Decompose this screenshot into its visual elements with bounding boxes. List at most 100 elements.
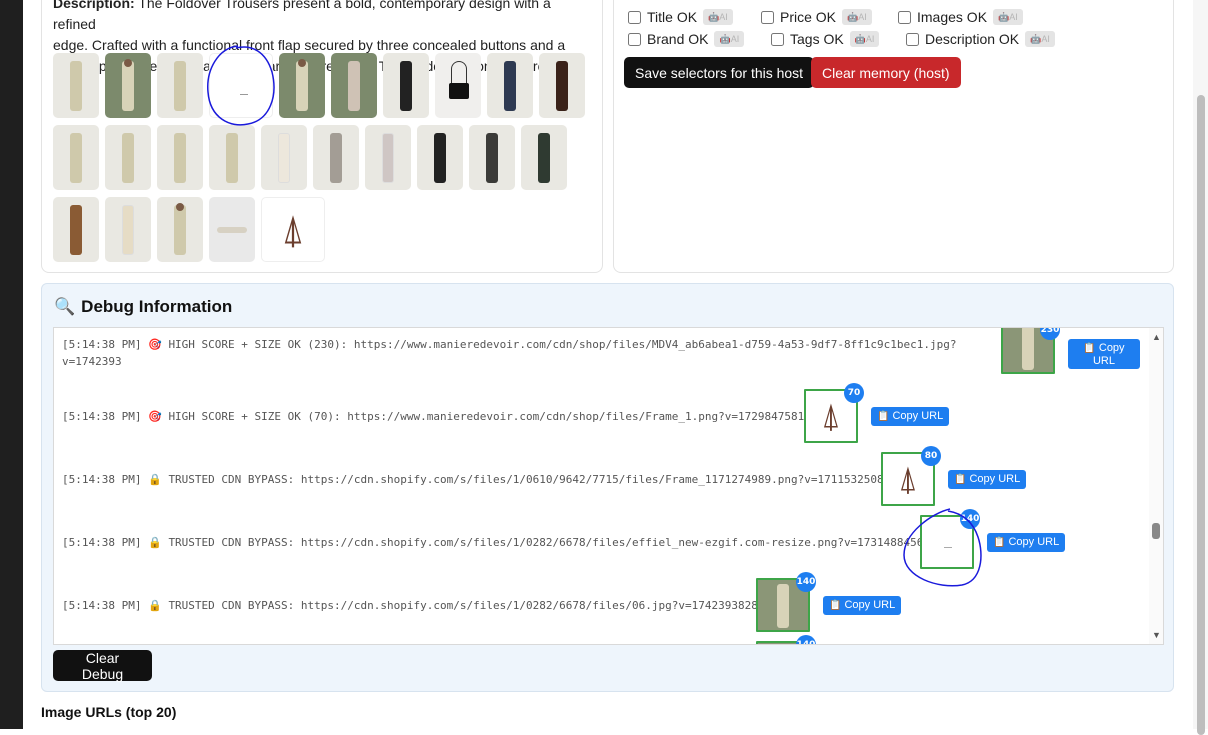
thumbnail-row: ⍋	[53, 197, 598, 262]
thumbnail[interactable]	[53, 125, 99, 190]
title-ok-checkbox[interactable]	[628, 10, 641, 24]
scroll-up-arrow-icon[interactable]: ▲	[1152, 332, 1161, 342]
ai-assist-button[interactable]: 🤖AI	[993, 9, 1023, 25]
thumbnail[interactable]	[469, 125, 515, 190]
check-images-ok[interactable]: Images OK 🤖AI	[898, 9, 1023, 25]
score-badge: 140	[796, 635, 816, 644]
thumbnail[interactable]	[417, 125, 463, 190]
thumbnail[interactable]	[157, 53, 203, 118]
clipboard-icon: 📋	[954, 474, 967, 485]
thumbnail[interactable]	[383, 53, 429, 118]
thumbnail[interactable]	[313, 125, 359, 190]
log-message: HIGH SCORE + SIZE OK (230): https://www.…	[168, 338, 957, 351]
log-scrollbar-thumb[interactable]	[1152, 523, 1160, 539]
eiffel-tower-icon: ⍋	[820, 396, 842, 436]
thumbnail[interactable]	[105, 197, 151, 262]
clipboard-icon: 📋	[1083, 342, 1096, 354]
thumbnail[interactable]	[157, 125, 203, 190]
score-badge: 70	[844, 383, 864, 403]
check-label: Price OK	[780, 9, 837, 25]
page-scrollbar[interactable]	[1193, 0, 1208, 735]
image-urls-heading: Image URLs (top 20)	[41, 704, 177, 720]
ai-assist-button[interactable]: 🤖AI	[714, 31, 745, 47]
debug-title-text: Debug Information	[81, 297, 233, 316]
eiffel-tower-icon: ⍋	[281, 206, 305, 253]
images-ok-checkbox[interactable]	[898, 10, 911, 24]
check-title-ok[interactable]: Title OK 🤖AI	[628, 9, 733, 25]
log-entry: [5:14:38 PM] 🔒 TRUSTED CDN BYPASS: https…	[62, 534, 923, 551]
thumbnail[interactable]	[279, 53, 325, 118]
ai-assist-button[interactable]: 🤖AI	[849, 31, 880, 47]
clipboard-icon: 📋	[877, 411, 890, 422]
debug-log[interactable]: [5:14:38 PM] 🎯 HIGH SCORE + SIZE OK (230…	[53, 327, 1164, 645]
log-time: [5:14:38 PM]	[62, 599, 142, 612]
log-time: [5:14:38 PM]	[62, 338, 142, 351]
thumbnail[interactable]	[261, 125, 307, 190]
thumbnail[interactable]	[53, 197, 99, 262]
page-scrollbar-thumb[interactable]	[1197, 95, 1205, 735]
check-brand-ok[interactable]: Brand OK 🤖AI	[628, 31, 745, 47]
brand-ok-checkbox[interactable]	[628, 32, 641, 46]
log-message: TRUSTED CDN BYPASS: https://cdn.shopify.…	[168, 599, 758, 612]
lock-icon: 🔒	[148, 536, 162, 549]
log-message-cont: v=1742393	[62, 355, 122, 368]
log-entry: [5:14:38 PM] 🔒 TRUSTED CDN BYPASS: https…	[62, 471, 884, 488]
clear-memory-button[interactable]: Clear memory (host)	[811, 57, 961, 88]
thumbnail-brand-logo[interactable]: ⍋	[261, 197, 325, 262]
description-ok-checkbox[interactable]	[906, 32, 919, 46]
thumbnail[interactable]	[365, 125, 411, 190]
score-badge: 80	[921, 446, 941, 466]
log-entry: [5:14:38 PM] 🔒 TRUSTED CDN BYPASS: https…	[62, 597, 758, 614]
check-price-ok[interactable]: Price OK 🤖AI	[761, 9, 872, 25]
log-entry: [5:14:38 PM] 🎯 HIGH SCORE + SIZE OK (230…	[62, 336, 972, 370]
ai-assist-button[interactable]: 🤖AI	[1025, 31, 1055, 47]
thumbnail[interactable]	[53, 53, 99, 118]
validation-panel: Title OK 🤖AI Price OK 🤖AI Images OK 🤖AI …	[613, 0, 1174, 273]
thumbnail-row	[53, 125, 598, 190]
copy-url-button[interactable]: 📋 Copy URL	[823, 596, 902, 615]
save-selectors-button[interactable]: Save selectors for this host	[624, 57, 815, 88]
log-time: [5:14:38 PM]	[62, 536, 142, 549]
clipboard-icon: 📋	[993, 537, 1006, 548]
copy-url-button[interactable]: 📋 Copy URL	[1068, 339, 1140, 369]
clear-debug-button[interactable]: Clear Debug	[53, 650, 152, 682]
score-badge: 140	[796, 572, 816, 592]
thumbnail[interactable]	[435, 53, 481, 118]
thumbnail[interactable]	[105, 125, 151, 190]
log-scrollbar[interactable]: ▲ ▼	[1149, 328, 1163, 644]
log-message: TRUSTED CDN BYPASS: https://cdn.shopify.…	[168, 536, 924, 549]
copy-url-button[interactable]: 📋 Copy URL	[987, 533, 1066, 552]
debug-panel: 🔍 Debug Information [5:14:38 PM] 🎯 HIGH …	[41, 283, 1174, 692]
thumbnail[interactable]	[331, 53, 377, 118]
thumbnail[interactable]	[539, 53, 585, 118]
log-time: [5:14:38 PM]	[62, 473, 142, 486]
thumbnail[interactable]	[209, 125, 255, 190]
thumbnail[interactable]	[521, 125, 567, 190]
lock-icon: 🔒	[148, 473, 162, 486]
lock-icon: 🔒	[148, 599, 162, 612]
scroll-down-arrow-icon[interactable]: ▼	[1152, 630, 1161, 640]
log-entry: [5:14:38 PM] 🎯 HIGH SCORE + SIZE OK (70)…	[62, 408, 804, 425]
thumbnail[interactable]	[105, 53, 151, 118]
description-label: Description:	[53, 0, 135, 11]
price-ok-checkbox[interactable]	[761, 10, 774, 24]
ai-assist-button[interactable]: 🤖AI	[842, 9, 872, 25]
ai-assist-button[interactable]: 🤖AI	[703, 9, 733, 25]
score-badge: 140	[960, 509, 980, 529]
check-tags-ok[interactable]: Tags OK 🤖AI	[771, 31, 880, 47]
log-time: [5:14:38 PM]	[62, 410, 142, 423]
thumbnail[interactable]	[487, 53, 533, 118]
thumbnail[interactable]	[209, 53, 273, 118]
copy-url-button[interactable]: 📋 Copy URL	[871, 407, 950, 426]
check-description-ok[interactable]: Description OK 🤖AI	[906, 31, 1055, 47]
check-label: Brand OK	[647, 31, 709, 47]
eiffel-tower-icon: ⍋	[897, 459, 919, 499]
thumbnail[interactable]	[157, 197, 203, 262]
target-icon: 🎯	[148, 410, 162, 423]
tags-ok-checkbox[interactable]	[771, 32, 784, 46]
clipboard-icon: 📋	[829, 600, 842, 611]
thumbnail[interactable]	[209, 197, 255, 262]
copy-url-button[interactable]: 📋 Copy URL	[948, 470, 1027, 489]
check-label: Tags OK	[790, 31, 844, 47]
magnifier-icon: 🔍	[54, 297, 76, 316]
